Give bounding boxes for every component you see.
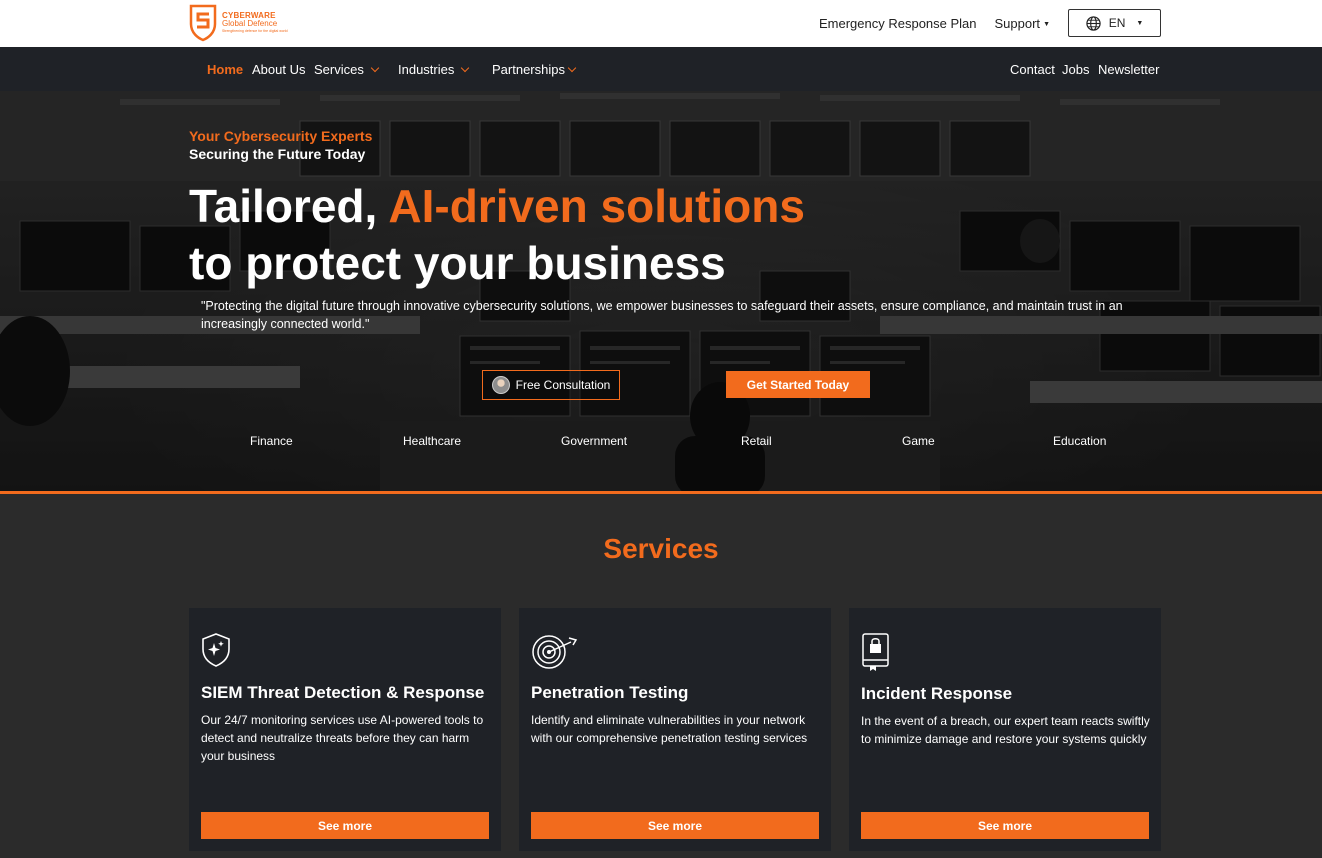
nav-services-label: Services <box>314 62 364 77</box>
nav-home[interactable]: Home <box>207 62 243 77</box>
headline-accent: AI-driven solutions <box>388 180 805 232</box>
service-card-pentest: Penetration Testing Identify and elimina… <box>519 608 831 851</box>
service-card-desc: Our 24/7 monitoring services use AI-powe… <box>201 713 484 763</box>
service-card-siem: SIEM Threat Detection & Response Our 24/… <box>189 608 501 851</box>
chevron-down-icon <box>567 63 577 73</box>
caret-down-icon: ▼ <box>1043 20 1050 28</box>
industry-link-finance[interactable]: Finance <box>250 434 293 448</box>
industry-link-government[interactable]: Government <box>561 434 627 448</box>
headline-part1: Tailored, <box>189 180 389 232</box>
language-selector[interactable]: EN ▼ <box>1068 9 1161 37</box>
hero-quote: "Protecting the digital future through i… <box>201 299 1123 331</box>
nav-partnerships-label: Partnerships <box>492 62 565 77</box>
support-dropdown[interactable]: Support ▼ <box>995 16 1050 31</box>
headline-line2: to protect your business <box>189 237 726 289</box>
lock-book-icon <box>861 632 891 677</box>
nav-industries-label: Industries <box>398 62 455 77</box>
avatar <box>491 376 510 394</box>
see-more-button[interactable]: See more <box>201 812 489 839</box>
service-card-title: SIEM Threat Detection & Response <box>201 683 485 702</box>
brand-tagline: Strengthening defence for the digital wo… <box>222 29 288 34</box>
nav-industries[interactable]: Industries <box>398 62 470 77</box>
service-card-desc: In the event of a breach, our expert tea… <box>861 714 1150 746</box>
service-card-title: Incident Response <box>861 684 1013 703</box>
nav-partnerships[interactable]: Partnerships <box>492 62 577 77</box>
nav-services[interactable]: Services <box>314 62 380 77</box>
hero-divider <box>0 491 1322 494</box>
get-started-button[interactable]: Get Started Today <box>726 371 870 398</box>
support-label: Support <box>994 15 1041 31</box>
top-bar: CYBERWARE Global Defence Strengthening d… <box>0 0 1322 47</box>
industry-link-education[interactable]: Education <box>1053 434 1106 448</box>
see-more-button[interactable]: See more <box>531 812 819 839</box>
service-card-desc: Identify and eliminate vulnerabilities i… <box>531 713 808 745</box>
hero-kicker: Your Cybersecurity Experts <box>189 128 373 144</box>
nav-newsletter[interactable]: Newsletter <box>1098 62 1159 77</box>
brand-logo[interactable]: CYBERWARE Global Defence Strengthening d… <box>188 4 288 42</box>
main-nav: Home About Us Services Industries Partne… <box>0 47 1322 91</box>
see-more-button[interactable]: See more <box>861 812 1149 839</box>
chevron-down-icon <box>370 63 380 73</box>
industry-link-healthcare[interactable]: Healthcare <box>403 434 461 448</box>
language-label: EN <box>1108 16 1126 30</box>
services-heading: Services <box>603 533 719 564</box>
emergency-response-link[interactable]: Emergency Response Plan <box>819 16 977 31</box>
hero-subkicker: Securing the Future Today <box>189 146 366 162</box>
service-card-title: Penetration Testing <box>531 683 689 702</box>
chevron-down-icon <box>461 63 470 73</box>
industry-link-retail[interactable]: Retail <box>741 434 772 448</box>
brand-subname: Global Defence <box>222 19 278 29</box>
service-card-incident: Incident Response In the event of a brea… <box>849 608 1161 851</box>
logo-shield-icon <box>189 4 217 42</box>
industry-link-game[interactable]: Game <box>902 434 935 448</box>
free-consultation-button[interactable]: Free Consultation <box>482 370 620 400</box>
target-arrow-icon <box>531 632 579 675</box>
shield-sparkle-icon <box>201 632 231 673</box>
globe-icon <box>1086 15 1101 31</box>
nav-about[interactable]: About Us <box>252 62 305 77</box>
free-consultation-label: Free Consultation <box>515 378 611 392</box>
hero-headline: Tailored, AI-driven solutions to protect… <box>189 178 805 292</box>
caret-down-icon: ▼ <box>1136 19 1144 27</box>
nav-contact[interactable]: Contact <box>1010 62 1055 77</box>
nav-jobs[interactable]: Jobs <box>1062 62 1089 77</box>
